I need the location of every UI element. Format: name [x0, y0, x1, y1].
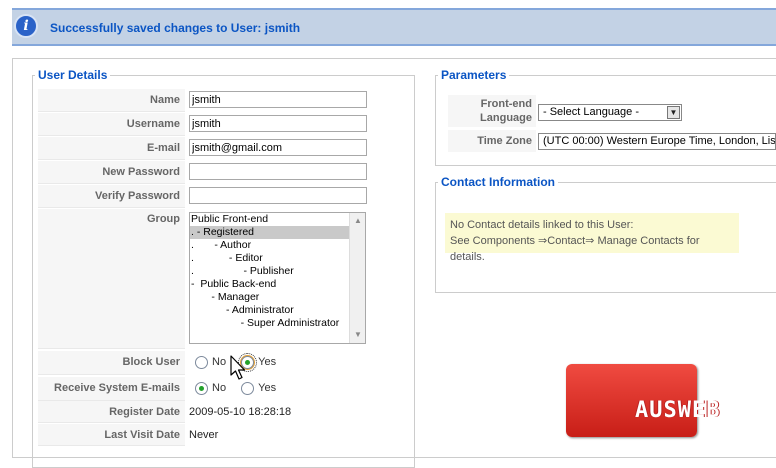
receive-emails-no-label: No — [212, 382, 227, 394]
contact-notice-line2: See Components ⇒Contact⇒ Manage Contacts… — [450, 235, 700, 263]
group-listbox[interactable]: Public Front-end . - Registered . - Auth… — [189, 212, 366, 344]
group-option[interactable]: Public Front-end — [190, 213, 365, 226]
group-option[interactable]: - Super Administrator — [190, 317, 365, 330]
language-select-value: - Select Language - — [543, 106, 640, 118]
parameters-legend: Parameters — [441, 68, 507, 82]
language-select[interactable]: - Select Language - ▼ — [538, 104, 682, 121]
receive-emails-yes-radio[interactable] — [241, 381, 255, 395]
timezone-select-value: (UTC 00:00) Western Europe Time, London,… — [543, 135, 776, 147]
username-input[interactable] — [189, 115, 367, 132]
listbox-scrollbar[interactable]: ▲ ▼ — [349, 213, 365, 343]
scroll-up-icon[interactable]: ▲ — [353, 216, 363, 226]
receive-emails-row: Receive System E-mails No Yes — [38, 377, 413, 401]
group-option[interactable]: . - Editor — [190, 252, 365, 265]
group-option-selected[interactable]: . - Registered — [190, 226, 349, 239]
last-visit-row: Last Visit Date Never — [38, 424, 413, 446]
verify-password-input[interactable] — [189, 187, 367, 204]
system-message: i Successfully saved changes to User: js… — [12, 8, 776, 46]
scroll-down-icon[interactable]: ▼ — [353, 330, 363, 340]
new-password-row: New Password — [38, 161, 413, 184]
timezone-select[interactable]: (UTC 00:00) Western Europe Time, London,… — [538, 133, 776, 150]
name-label: Name — [38, 89, 185, 112]
block-user-no-radio[interactable] — [195, 355, 208, 369]
logo-text: AUSWEB — [635, 398, 721, 423]
group-label: Group — [38, 209, 185, 349]
register-date-row: Register Date 2009-05-10 18:28:18 — [38, 401, 413, 423]
new-password-label: New Password — [38, 161, 185, 184]
new-password-input[interactable] — [189, 163, 367, 180]
email-input[interactable] — [189, 139, 367, 156]
contact-legend: Contact Information — [441, 175, 555, 189]
email-label: E-mail — [38, 137, 185, 160]
language-label: Front-end Language — [448, 95, 536, 127]
group-option[interactable]: - Administrator — [190, 304, 365, 317]
block-user-row: Block User No Yes — [38, 351, 413, 375]
name-row: Name — [38, 89, 413, 112]
info-icon: i — [14, 14, 38, 38]
username-label: Username — [38, 113, 185, 136]
chevron-down-icon[interactable]: ▼ — [667, 106, 680, 119]
group-option[interactable]: - Public Back-end — [190, 278, 365, 291]
name-input[interactable] — [189, 91, 367, 108]
user-details-legend: User Details — [38, 68, 108, 82]
block-user-label: Block User — [38, 351, 185, 375]
group-option[interactable]: . - Publisher — [190, 265, 365, 278]
last-visit-value: Never — [189, 429, 219, 441]
receive-emails-no-radio[interactable] — [195, 381, 208, 395]
group-option[interactable]: . - Author — [190, 239, 365, 252]
username-row: Username — [38, 113, 413, 136]
block-user-yes-label: Yes — [258, 356, 277, 368]
register-date-value: 2009-05-10 18:28:18 — [189, 406, 292, 418]
verify-password-label: Verify Password — [38, 185, 185, 208]
last-visit-label: Last Visit Date — [38, 424, 185, 446]
timezone-label: Time Zone — [448, 130, 536, 152]
contact-notice: No Contact details linked to this User: … — [445, 213, 739, 263]
group-row: Group Public Front-end . - Registered . … — [38, 209, 413, 349]
receive-emails-yes-label: Yes — [258, 382, 277, 394]
group-option[interactable]: - Manager — [190, 291, 365, 304]
verify-password-row: Verify Password — [38, 185, 413, 208]
block-user-no-label: No — [212, 356, 227, 368]
message-text: Successfully saved changes to User: jsmi… — [50, 21, 301, 35]
contact-notice-line1: No Contact details linked to this User: — [450, 219, 634, 231]
email-row: E-mail — [38, 137, 413, 160]
receive-emails-label: Receive System E-mails — [38, 377, 185, 401]
register-date-label: Register Date — [38, 401, 185, 423]
mouse-cursor-icon — [230, 355, 246, 380]
